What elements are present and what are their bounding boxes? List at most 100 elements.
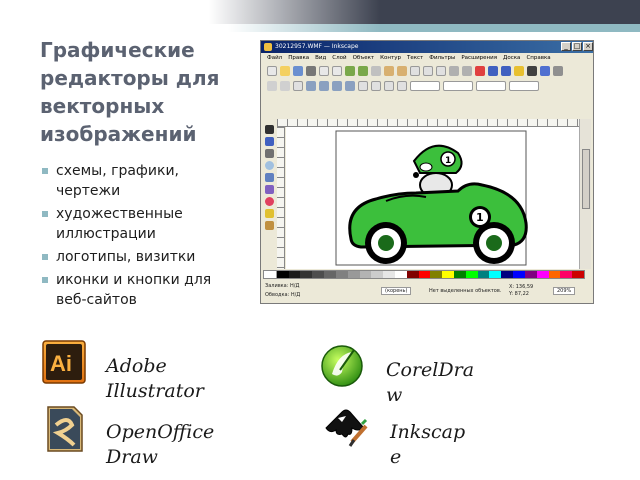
menu-file[interactable]: Файл bbox=[267, 53, 282, 63]
color-swatch[interactable] bbox=[347, 271, 360, 278]
vertical-scrollbar[interactable] bbox=[579, 119, 591, 269]
redo-icon[interactable] bbox=[358, 66, 368, 76]
menu-extensions[interactable]: Расширения bbox=[461, 53, 497, 63]
x-field[interactable] bbox=[410, 81, 440, 91]
3d-box-tool-icon[interactable] bbox=[265, 185, 274, 194]
color-swatch[interactable] bbox=[383, 271, 395, 278]
flip-h-icon[interactable] bbox=[332, 81, 342, 91]
rotate-cw-icon[interactable] bbox=[319, 81, 329, 91]
color-swatch[interactable] bbox=[548, 271, 561, 278]
select-all-layers-icon[interactable] bbox=[280, 81, 290, 91]
color-swatch[interactable] bbox=[359, 271, 372, 278]
rect-tool-icon[interactable] bbox=[265, 173, 274, 182]
bullet-item: иконки и кнопки для веб-сайтов bbox=[40, 270, 240, 310]
color-swatch[interactable] bbox=[288, 271, 301, 278]
fill-stroke-icon[interactable] bbox=[514, 66, 524, 76]
cut-icon[interactable] bbox=[384, 66, 394, 76]
zoom-tool-icon[interactable] bbox=[265, 161, 274, 170]
color-swatch[interactable] bbox=[312, 271, 325, 278]
zoom-page-icon[interactable] bbox=[436, 66, 446, 76]
svg-text:1: 1 bbox=[445, 156, 451, 166]
bullet-list: схемы, графики, чертежи художественные и… bbox=[40, 161, 240, 313]
color-swatch[interactable] bbox=[418, 271, 431, 278]
color-swatch[interactable] bbox=[430, 271, 443, 278]
new-doc-icon[interactable] bbox=[267, 66, 277, 76]
color-swatch[interactable] bbox=[276, 271, 289, 278]
color-swatch[interactable] bbox=[442, 271, 454, 278]
race-car-drawing: 1 1 bbox=[335, 130, 528, 266]
color-swatch[interactable] bbox=[513, 271, 525, 278]
menu-text[interactable]: Текст bbox=[407, 53, 423, 63]
color-swatch[interactable] bbox=[477, 271, 490, 278]
paste-icon[interactable] bbox=[397, 66, 407, 76]
menu-path[interactable]: Контур bbox=[380, 53, 401, 63]
menu-edit[interactable]: Правка bbox=[288, 53, 309, 63]
scroll-thumb[interactable] bbox=[582, 149, 590, 209]
deselect-icon[interactable] bbox=[293, 81, 303, 91]
clone-icon[interactable] bbox=[462, 66, 472, 76]
color-swatch[interactable] bbox=[501, 271, 514, 278]
raise-icon[interactable] bbox=[371, 81, 381, 91]
no-paint-swatch[interactable] bbox=[264, 271, 277, 278]
car-number: 1 bbox=[476, 211, 484, 224]
undo-icon[interactable] bbox=[345, 66, 355, 76]
color-swatch[interactable] bbox=[454, 271, 466, 278]
duplicate-icon[interactable] bbox=[449, 66, 459, 76]
print-icon[interactable] bbox=[306, 66, 316, 76]
tweak-tool-icon[interactable] bbox=[265, 149, 274, 158]
color-swatch[interactable] bbox=[406, 271, 419, 278]
zoom-field[interactable]: 209% bbox=[553, 287, 576, 295]
zoom-drawing-icon[interactable] bbox=[423, 66, 433, 76]
color-swatch[interactable] bbox=[371, 271, 384, 278]
rotate-ccw-icon[interactable] bbox=[306, 81, 316, 91]
text-font-icon[interactable] bbox=[527, 66, 537, 76]
menu-whiteboard[interactable]: Доска bbox=[503, 53, 520, 63]
export-icon[interactable] bbox=[332, 66, 342, 76]
flip-v-icon[interactable] bbox=[345, 81, 355, 91]
ellipse-tool-icon[interactable] bbox=[265, 197, 274, 206]
selector-tool-icon[interactable] bbox=[265, 125, 274, 134]
color-swatch[interactable] bbox=[524, 271, 537, 278]
width-field[interactable] bbox=[476, 81, 506, 91]
drawing-canvas[interactable]: 1 1 bbox=[286, 127, 579, 269]
lower-bottom-icon[interactable] bbox=[397, 81, 407, 91]
height-field[interactable] bbox=[509, 81, 539, 91]
color-swatch[interactable] bbox=[324, 271, 336, 278]
node-tool-icon[interactable] bbox=[265, 137, 274, 146]
xml-editor-icon[interactable] bbox=[540, 66, 550, 76]
maximize-button[interactable]: □ bbox=[572, 42, 582, 51]
fill-value[interactable]: Н/Д bbox=[290, 283, 299, 289]
group-icon[interactable] bbox=[488, 66, 498, 76]
stroke-value[interactable]: Н/Д bbox=[291, 292, 300, 298]
color-swatch[interactable] bbox=[489, 271, 502, 278]
menu-filters[interactable]: Фильтры bbox=[429, 53, 455, 63]
menu-help[interactable]: Справка bbox=[526, 53, 550, 63]
menu-view[interactable]: Вид bbox=[315, 53, 326, 63]
color-swatch[interactable] bbox=[560, 271, 573, 278]
zoom-selection-icon[interactable] bbox=[410, 66, 420, 76]
color-swatch[interactable] bbox=[572, 271, 584, 278]
color-swatch[interactable] bbox=[335, 271, 348, 278]
color-swatch[interactable] bbox=[300, 271, 313, 278]
import-icon[interactable] bbox=[319, 66, 329, 76]
raise-top-icon[interactable] bbox=[358, 81, 368, 91]
lower-icon[interactable] bbox=[384, 81, 394, 91]
close-button[interactable]: × bbox=[583, 42, 593, 51]
align-icon[interactable] bbox=[553, 66, 563, 76]
save-icon[interactable] bbox=[293, 66, 303, 76]
menu-object[interactable]: Объект bbox=[353, 53, 375, 63]
layer-select[interactable]: (корень) bbox=[381, 287, 412, 295]
copy-icon[interactable] bbox=[371, 66, 381, 76]
ungroup-icon[interactable] bbox=[501, 66, 511, 76]
minimize-button[interactable]: _ bbox=[561, 42, 571, 51]
menu-layer[interactable]: Слой bbox=[332, 53, 346, 63]
star-tool-icon[interactable] bbox=[265, 209, 274, 218]
open-icon[interactable] bbox=[280, 66, 290, 76]
color-swatch[interactable] bbox=[465, 271, 478, 278]
spiral-tool-icon[interactable] bbox=[265, 221, 274, 230]
select-all-icon[interactable] bbox=[267, 81, 277, 91]
y-field[interactable] bbox=[443, 81, 473, 91]
color-swatch[interactable] bbox=[536, 271, 549, 278]
unlink-clone-icon[interactable] bbox=[475, 66, 485, 76]
color-swatch[interactable] bbox=[394, 271, 407, 278]
